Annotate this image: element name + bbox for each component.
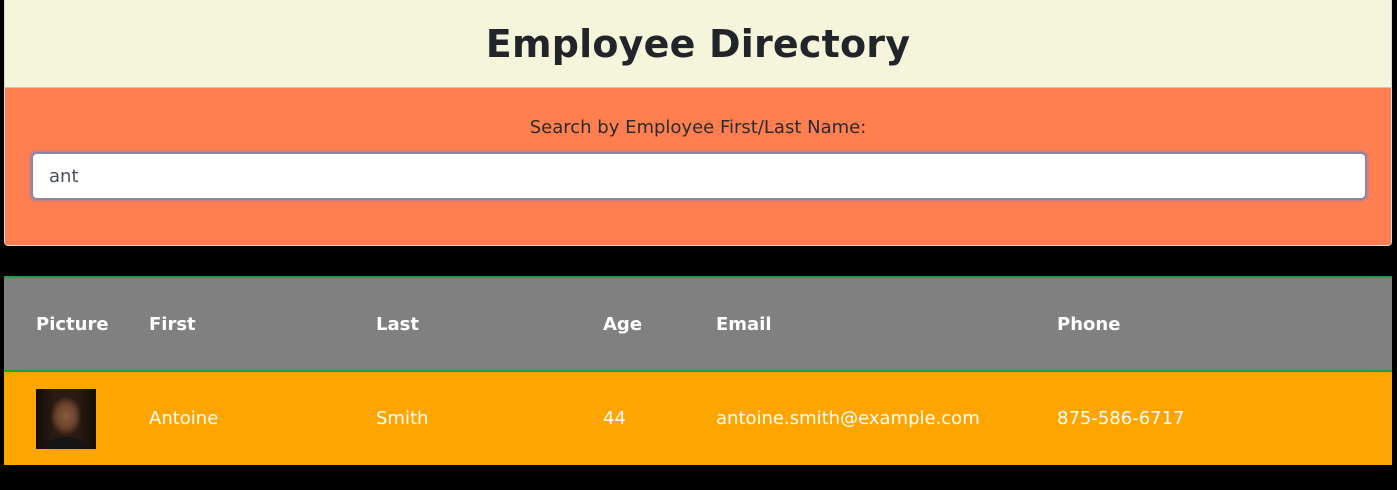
- table-header: Picture First Last Age Email Phone: [4, 277, 1392, 371]
- avatar: [36, 388, 96, 449]
- cell-phone: 875-586-6717: [1057, 408, 1185, 429]
- search-panel: Search by Employee First/Last Name:: [5, 88, 1391, 245]
- table-body: Antoine Smith 44 antoine.smith@example.c…: [4, 371, 1392, 465]
- employee-table-container: Picture First Last Age Email Phone Antoi…: [4, 276, 1392, 490]
- cell-age: 44: [603, 408, 626, 429]
- column-header-picture: Picture: [36, 313, 109, 335]
- column-header-email: Email: [716, 313, 772, 335]
- cell-last: Smith: [376, 408, 429, 429]
- employee-table: Picture First Last Age Email Phone Antoi…: [4, 276, 1392, 465]
- table-header-row: Picture First Last Age Email Phone: [4, 277, 1392, 371]
- table-row: Antoine Smith 44 antoine.smith@example.c…: [4, 371, 1392, 465]
- cell-email: antoine.smith@example.com: [716, 408, 980, 429]
- cell-first: Antoine: [149, 408, 219, 429]
- column-header-age: Age: [603, 313, 643, 335]
- directory-header-card: Employee Directory Search by Employee Fi…: [4, 0, 1392, 246]
- column-header-last: Last: [376, 313, 419, 335]
- column-header-phone: Phone: [1057, 313, 1121, 335]
- search-label: Search by Employee First/Last Name:: [529, 117, 867, 138]
- search-input[interactable]: [31, 152, 1367, 200]
- cell-picture: [4, 371, 117, 465]
- page-title: Employee Directory: [485, 21, 911, 66]
- column-header-first: First: [149, 313, 196, 335]
- header-bar: Employee Directory: [5, 0, 1391, 88]
